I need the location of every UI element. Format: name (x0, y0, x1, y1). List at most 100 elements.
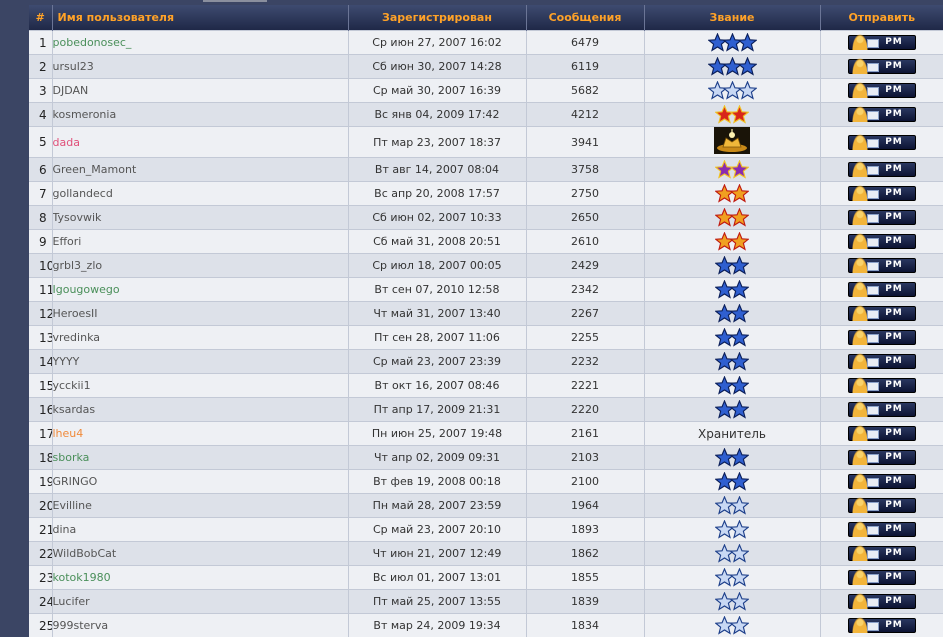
pm-cell: PM (819, 517, 943, 542)
pm-button[interactable]: PM (847, 425, 916, 441)
username-cell: WildBobCat (51, 541, 348, 566)
username-cell: 999sterva (51, 613, 348, 637)
username-link[interactable]: gollandecd (53, 187, 113, 200)
post-count: 5682 (525, 78, 644, 103)
table-row: 3 DJDAN Ср май 30, 2007 16:39 5682 PM (29, 78, 943, 103)
username-cell: Lucifer (51, 589, 348, 614)
username-link[interactable]: Tysovwik (53, 211, 101, 224)
row-number: 6 (29, 157, 52, 182)
post-count: 1834 (525, 613, 644, 637)
pm-cell: PM (819, 229, 943, 254)
username-link[interactable]: grbl3_zlo (53, 259, 102, 272)
envelope-icon (866, 358, 879, 367)
post-count: 3758 (525, 157, 644, 182)
rank-cell (643, 54, 820, 79)
username-link[interactable]: kotok1980 (53, 571, 111, 584)
header-registered[interactable]: Зарегистрирован (347, 5, 526, 31)
username-link[interactable]: kosmeronia (53, 108, 116, 121)
user-icon (851, 569, 868, 585)
top-tab-strip (203, 0, 267, 2)
pm-button[interactable]: PM (847, 233, 916, 249)
header-num[interactable]: # (29, 5, 52, 31)
username-link[interactable]: pobedonosec_ (53, 36, 131, 49)
username-link[interactable]: ursul23 (53, 60, 94, 73)
table-row: 14YYYY Ср май 23, 2007 23:392232 PM (29, 349, 943, 374)
pm-button[interactable]: PM (847, 617, 916, 633)
username-link[interactable]: vredinka (53, 331, 100, 344)
username-link[interactable]: HeroesII (53, 307, 98, 320)
members-table: # Имя пользователя Зарегистрирован Сообщ… (29, 5, 943, 637)
table-row: 19GRINGO Вт фев 19, 2008 00:182100 PM (29, 469, 943, 494)
username-link[interactable]: YYYY (53, 355, 79, 368)
pm-button[interactable]: PM (847, 34, 916, 50)
pm-button[interactable]: PM (847, 305, 916, 321)
envelope-icon (866, 550, 879, 559)
row-number: 17 (29, 421, 52, 446)
pm-button[interactable]: PM (847, 257, 916, 273)
user-icon (851, 257, 868, 273)
pm-button[interactable]: PM (847, 58, 916, 74)
username-link[interactable]: lheu4 (53, 427, 83, 440)
header-rank[interactable]: Звание (643, 5, 820, 31)
username-cell: YYYY (51, 349, 348, 374)
username-link[interactable]: sborka (53, 451, 89, 464)
username-link[interactable]: dina (53, 523, 76, 536)
username-link[interactable]: GRINGO (53, 475, 97, 488)
pm-button[interactable]: PM (847, 353, 916, 369)
envelope-icon (866, 478, 879, 487)
row-number: 9 (29, 229, 52, 254)
pm-button[interactable]: PM (847, 185, 916, 201)
pm-button[interactable]: PM (847, 569, 916, 585)
post-count: 2220 (525, 397, 644, 422)
rank-cell (643, 301, 820, 326)
pm-button[interactable]: PM (847, 329, 916, 345)
username-link[interactable]: Igougowego (53, 283, 120, 296)
pm-button[interactable]: PM (847, 593, 916, 609)
three-light-stars-icon (707, 81, 757, 100)
rank-cell (643, 565, 820, 590)
user-icon (851, 233, 868, 249)
header-username[interactable]: Имя пользователя (51, 5, 348, 31)
rank-cell (643, 205, 820, 230)
registered-date: Сб июн 02, 2007 10:33 (347, 205, 526, 230)
pm-button[interactable]: PM (847, 209, 916, 225)
username-link[interactable]: Lucifer (53, 595, 90, 608)
pm-button[interactable]: PM (847, 473, 916, 489)
row-number: 8 (29, 205, 52, 230)
username-link[interactable]: dada (53, 136, 80, 149)
username-link[interactable]: Effori (53, 235, 81, 248)
username-link[interactable]: DJDAN (53, 84, 88, 97)
table-row: 23kotok1980 Вс июл 01, 2007 13:011855 PM (29, 565, 943, 590)
pm-button[interactable]: PM (847, 133, 916, 150)
pm-button[interactable]: PM (847, 82, 916, 98)
two-light-stars-icon (715, 496, 749, 515)
pm-button[interactable]: PM (847, 521, 916, 537)
username-link[interactable]: Evilline (53, 499, 92, 512)
username-link[interactable]: 999sterva (53, 619, 108, 632)
registered-date: Ср май 23, 2007 23:39 (347, 349, 526, 374)
two-light-stars-icon (715, 568, 749, 587)
pm-button[interactable]: PM (847, 377, 916, 393)
pm-button[interactable]: PM (847, 497, 916, 513)
pm-button[interactable]: PM (847, 281, 916, 297)
header-posts[interactable]: Сообщения (525, 5, 644, 31)
pm-button[interactable]: PM (847, 545, 916, 561)
username-link[interactable]: WildBobCat (53, 547, 116, 560)
pm-button[interactable]: PM (847, 401, 916, 417)
pm-button[interactable]: PM (847, 449, 916, 465)
row-number: 1 (29, 30, 52, 55)
table-row: 11Igougowego Вт сен 07, 2010 12:582342 PM (29, 277, 943, 302)
row-number: 25 (29, 613, 52, 637)
user-icon (851, 82, 868, 98)
rank-cell (643, 373, 820, 398)
username-link[interactable]: ycckii1 (53, 379, 91, 392)
rank-cell: Хранитель (643, 421, 820, 446)
rank-cell (643, 541, 820, 566)
username-link[interactable]: Green_Mamont (53, 163, 136, 176)
username-cell: Evilline (51, 493, 348, 518)
pm-button[interactable]: PM (847, 106, 916, 122)
row-number: 15 (29, 373, 52, 398)
table-row: 1 pobedonosec_ Ср июн 27, 2007 16:02 6479 PM (29, 30, 943, 55)
pm-button[interactable]: PM (847, 161, 916, 177)
username-link[interactable]: ksardas (53, 403, 95, 416)
